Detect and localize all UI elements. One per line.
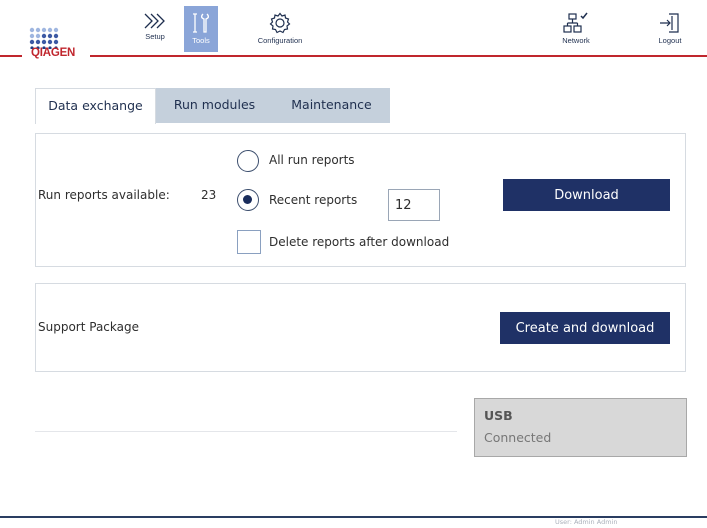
all-run-reports-label: All run reports: [269, 153, 355, 167]
brand-line-right: [90, 55, 707, 57]
logout-icon: [660, 13, 679, 33]
nav-tools-label: Tools: [192, 36, 210, 45]
run-reports-count: 23: [201, 188, 217, 202]
nav-setup[interactable]: Setup: [137, 6, 173, 52]
usb-title: USB: [484, 408, 513, 423]
tab-maintenance[interactable]: Maintenance: [273, 88, 390, 123]
create-and-download-button[interactable]: Create and download: [500, 312, 670, 344]
recent-reports-count-input[interactable]: [388, 189, 440, 221]
nav-network-label: Network: [562, 36, 590, 45]
all-run-reports-radio[interactable]: [237, 150, 259, 172]
nav-configuration[interactable]: Configuration: [249, 6, 311, 52]
nav-configuration-label: Configuration: [257, 36, 303, 45]
gear-icon: [269, 12, 291, 34]
recent-reports-radio[interactable]: [237, 189, 259, 211]
tab-data-exchange[interactable]: Data exchange: [35, 88, 156, 124]
nav-logout[interactable]: Logout: [650, 6, 690, 52]
divider: [35, 431, 457, 432]
nav-tools[interactable]: Tools: [184, 6, 218, 52]
chevrons-right-icon: [144, 13, 165, 29]
logo-text: QIAGEN: [31, 47, 76, 59]
logo-dots-icon: [29, 27, 59, 49]
tools-icon: [193, 13, 210, 33]
usb-status: Connected: [484, 430, 552, 445]
delete-reports-label: Delete reports after download: [269, 235, 450, 249]
nav-setup-label: Setup: [145, 32, 165, 41]
qiagen-logo: QIAGEN: [25, 20, 85, 60]
nav-logout-label: Logout: [658, 36, 682, 45]
run-reports-panel: Run reports available: 23 All run report…: [35, 133, 686, 267]
tab-run-modules[interactable]: Run modules: [156, 88, 273, 123]
brand-line-left: [0, 55, 22, 57]
delete-reports-checkbox[interactable]: [237, 230, 261, 254]
footer-user: User: Admin Admin: [555, 518, 618, 526]
network-icon: [563, 12, 588, 33]
support-package-panel: Support Package Create and download: [35, 283, 686, 372]
run-reports-label: Run reports available:: [38, 188, 170, 202]
nav-network[interactable]: Network: [556, 6, 596, 52]
download-button[interactable]: Download: [503, 179, 670, 211]
support-package-label: Support Package: [38, 320, 139, 334]
usb-status-box: USB Connected: [474, 398, 687, 457]
recent-reports-label: Recent reports: [269, 193, 358, 207]
